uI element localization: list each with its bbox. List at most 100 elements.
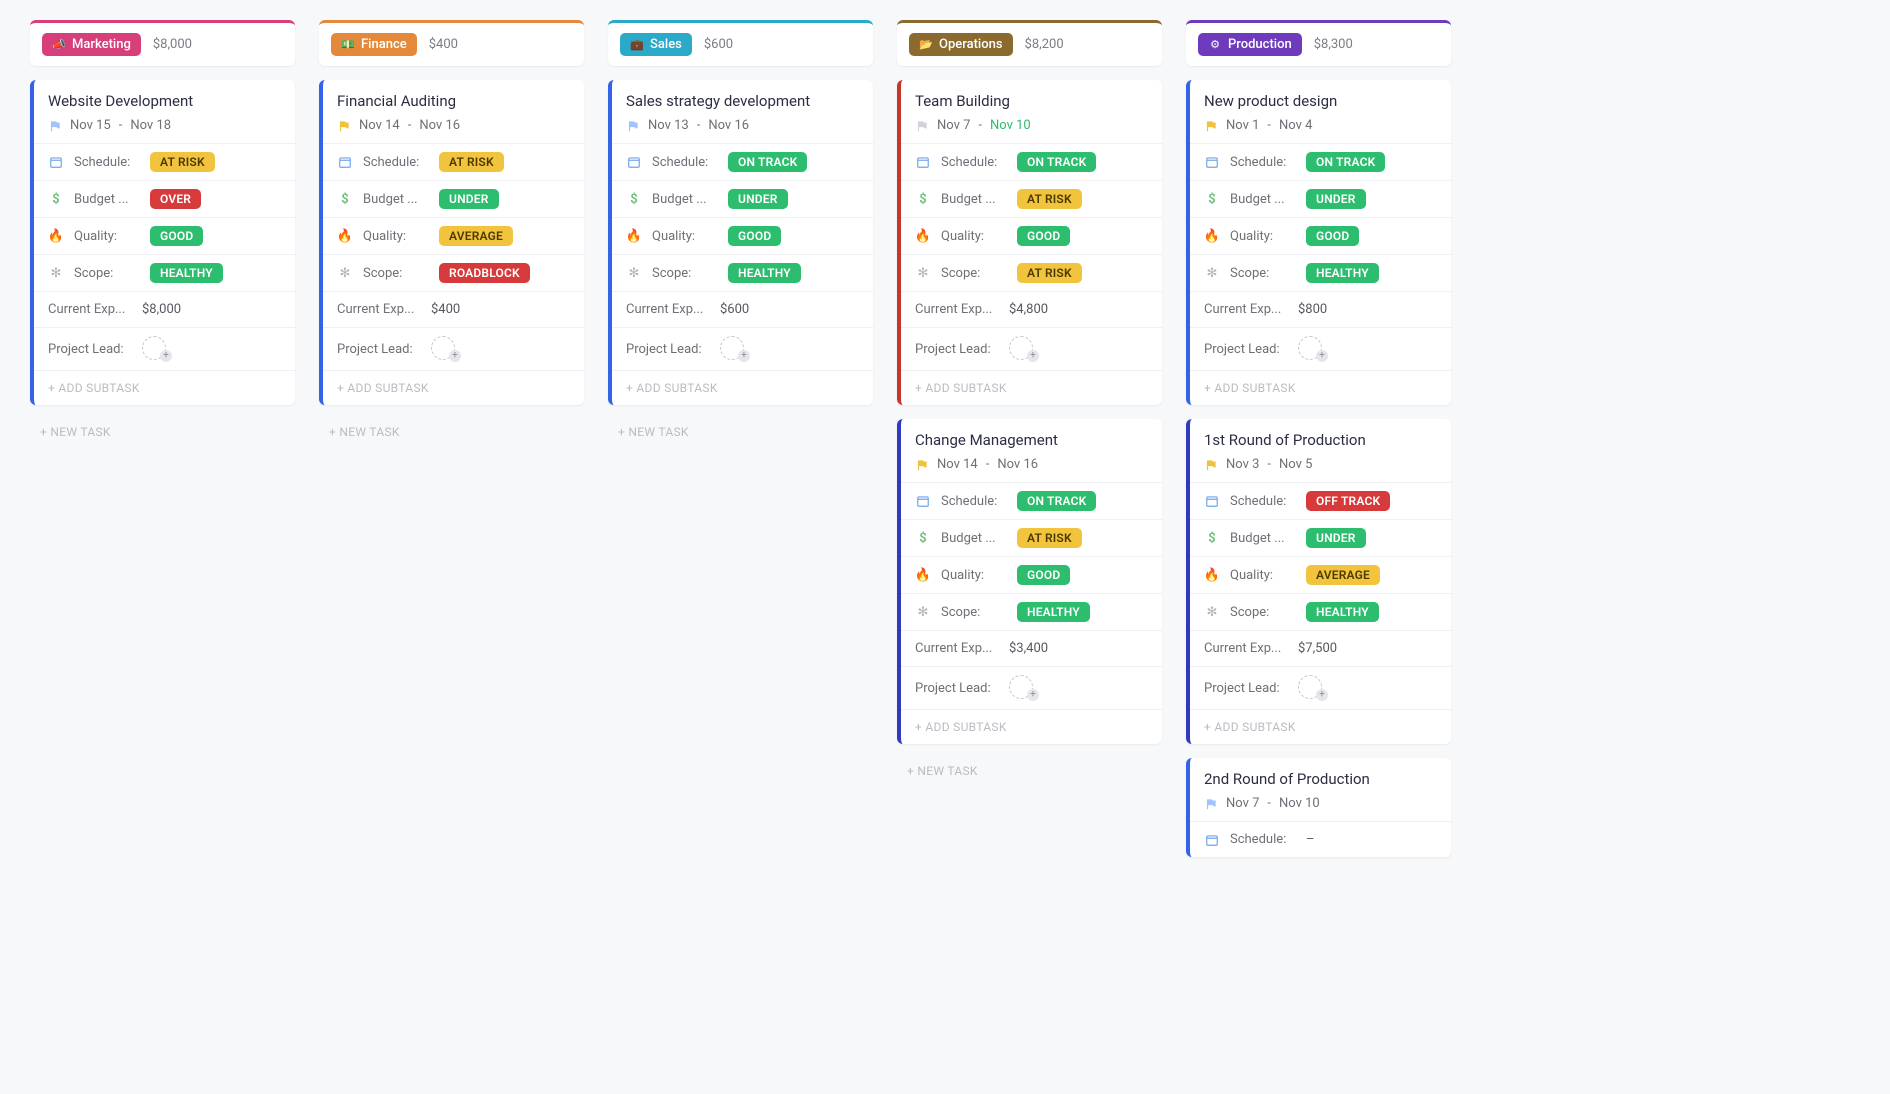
column-name: Sales [650, 37, 682, 52]
field-label: Budget ... [941, 192, 1007, 207]
column-total-amount: $600 [704, 37, 733, 52]
column-category-pill[interactable]: 💵 Finance [331, 33, 417, 56]
flag-icon [626, 119, 640, 133]
dollar-icon: $ [1204, 530, 1220, 546]
task-date-range: Nov 13 - Nov 16 [612, 112, 873, 143]
assign-lead-button[interactable] [1298, 336, 1328, 362]
field-label: Schedule: [941, 155, 1007, 170]
field-label: Project Lead: [915, 342, 999, 357]
flame-icon: 🔥 [915, 228, 931, 244]
field-label: Scope: [652, 266, 718, 281]
status-badge: GOOD [1017, 565, 1070, 585]
calendar-icon [915, 493, 931, 509]
status-badge: ON TRACK [1017, 491, 1096, 511]
column-name: Production [1228, 37, 1292, 52]
calendar-icon [1204, 154, 1220, 170]
task-card[interactable]: 1st Round of Production Nov 3 - Nov 5 Sc… [1186, 419, 1451, 744]
column-category-pill[interactable]: 💼 Sales [620, 33, 692, 56]
new-task-button[interactable]: + NEW TASK [608, 419, 873, 445]
task-card[interactable]: 2nd Round of Production Nov 7 - Nov 10 S… [1186, 758, 1451, 857]
add-subtask-button[interactable]: + ADD SUBTASK [901, 370, 1162, 405]
flag-icon [48, 119, 62, 133]
field-project-lead: Project Lead: [901, 327, 1162, 370]
category-icon: ⚙ [1208, 38, 1222, 52]
column-header[interactable]: 💼 Sales $600 [608, 20, 873, 66]
status-badge: HEALTHY [1017, 602, 1090, 622]
field-label: Project Lead: [915, 681, 999, 696]
assign-lead-button[interactable] [431, 336, 461, 362]
current-exp-value: $800 [1298, 302, 1327, 317]
column-header[interactable]: 💵 Finance $400 [319, 20, 584, 66]
field-label: Current Exp... [1204, 641, 1288, 656]
task-card[interactable]: Financial Auditing Nov 14 - Nov 16 Sched… [319, 80, 584, 405]
flame-icon: 🔥 [1204, 567, 1220, 583]
new-task-button[interactable]: + NEW TASK [319, 419, 584, 445]
field-label: Quality: [652, 229, 718, 244]
field-project-lead: Project Lead: [323, 327, 584, 370]
column-header[interactable]: 📂 Operations $8,200 [897, 20, 1162, 66]
status-badge: HEALTHY [728, 263, 801, 283]
new-task-button[interactable]: + NEW TASK [897, 758, 1162, 784]
field-label: Project Lead: [1204, 681, 1288, 696]
flame-icon: 🔥 [1204, 228, 1220, 244]
field-quality: 🔥 Quality: GOOD [34, 217, 295, 254]
scope-icon: ✻ [1204, 265, 1220, 281]
task-card[interactable]: Team Building Nov 7 - Nov 10 Schedule: O… [897, 80, 1162, 405]
add-subtask-button[interactable]: + ADD SUBTASK [612, 370, 873, 405]
status-badge: AT RISK [1017, 528, 1082, 548]
column-name: Operations [939, 37, 1003, 52]
column-category-pill[interactable]: 📣 Marketing [42, 33, 141, 56]
scope-icon: ✻ [48, 265, 64, 281]
status-badge: OVER [150, 189, 201, 209]
add-subtask-button[interactable]: + ADD SUBTASK [1190, 709, 1451, 744]
column-total-amount: $8,200 [1025, 37, 1064, 52]
field-schedule: Schedule: – [1190, 821, 1451, 857]
field-budget: $ Budget ... UNDER [1190, 180, 1451, 217]
field-label: Current Exp... [915, 641, 999, 656]
add-subtask-button[interactable]: + ADD SUBTASK [901, 709, 1162, 744]
field-current-exp: Current Exp... $400 [323, 291, 584, 327]
task-card[interactable]: Website Development Nov 15 - Nov 18 Sche… [30, 80, 295, 405]
column-header[interactable]: ⚙ Production $8,300 [1186, 20, 1451, 66]
flame-icon: 🔥 [626, 228, 642, 244]
date-separator: - [408, 118, 412, 133]
field-quality: 🔥 Quality: AVERAGE [323, 217, 584, 254]
field-label: Current Exp... [626, 302, 710, 317]
task-card[interactable]: Change Management Nov 14 - Nov 16 Schedu… [897, 419, 1162, 744]
status-badge: GOOD [728, 226, 781, 246]
flag-icon [1204, 458, 1218, 472]
task-card[interactable]: New product design Nov 1 - Nov 4 Schedul… [1186, 80, 1451, 405]
assign-lead-button[interactable] [142, 336, 172, 362]
assign-lead-button[interactable] [1009, 336, 1039, 362]
field-schedule: Schedule: AT RISK [323, 143, 584, 180]
new-task-button[interactable]: + NEW TASK [30, 419, 295, 445]
column-total-amount: $400 [429, 37, 458, 52]
task-end-date: Nov 18 [130, 118, 171, 133]
task-card[interactable]: Sales strategy development Nov 13 - Nov … [608, 80, 873, 405]
assign-lead-button[interactable] [1298, 675, 1328, 701]
field-current-exp: Current Exp... $8,000 [34, 291, 295, 327]
task-title: Team Building [901, 80, 1162, 112]
add-subtask-button[interactable]: + ADD SUBTASK [34, 370, 295, 405]
status-badge: HEALTHY [1306, 263, 1379, 283]
assign-lead-button[interactable] [1009, 675, 1039, 701]
current-exp-value: $3,400 [1009, 641, 1048, 656]
task-start-date: Nov 7 [937, 118, 970, 133]
column-header[interactable]: 📣 Marketing $8,000 [30, 20, 295, 66]
field-schedule: Schedule: ON TRACK [1190, 143, 1451, 180]
field-label: Quality: [941, 229, 1007, 244]
task-date-range: Nov 7 - Nov 10 [1190, 790, 1451, 821]
column-category-pill[interactable]: 📂 Operations [909, 33, 1013, 56]
field-current-exp: Current Exp... $7,500 [1190, 630, 1451, 666]
scope-icon: ✻ [337, 265, 353, 281]
add-subtask-button[interactable]: + ADD SUBTASK [1190, 370, 1451, 405]
category-icon: 💼 [630, 38, 644, 52]
task-title: 2nd Round of Production [1190, 758, 1451, 790]
task-title: Change Management [901, 419, 1162, 451]
date-separator: - [986, 457, 990, 472]
field-scope: ✻ Scope: AT RISK [901, 254, 1162, 291]
add-subtask-button[interactable]: + ADD SUBTASK [323, 370, 584, 405]
assign-lead-button[interactable] [720, 336, 750, 362]
field-scope: ✻ Scope: HEALTHY [901, 593, 1162, 630]
column-category-pill[interactable]: ⚙ Production [1198, 33, 1302, 56]
